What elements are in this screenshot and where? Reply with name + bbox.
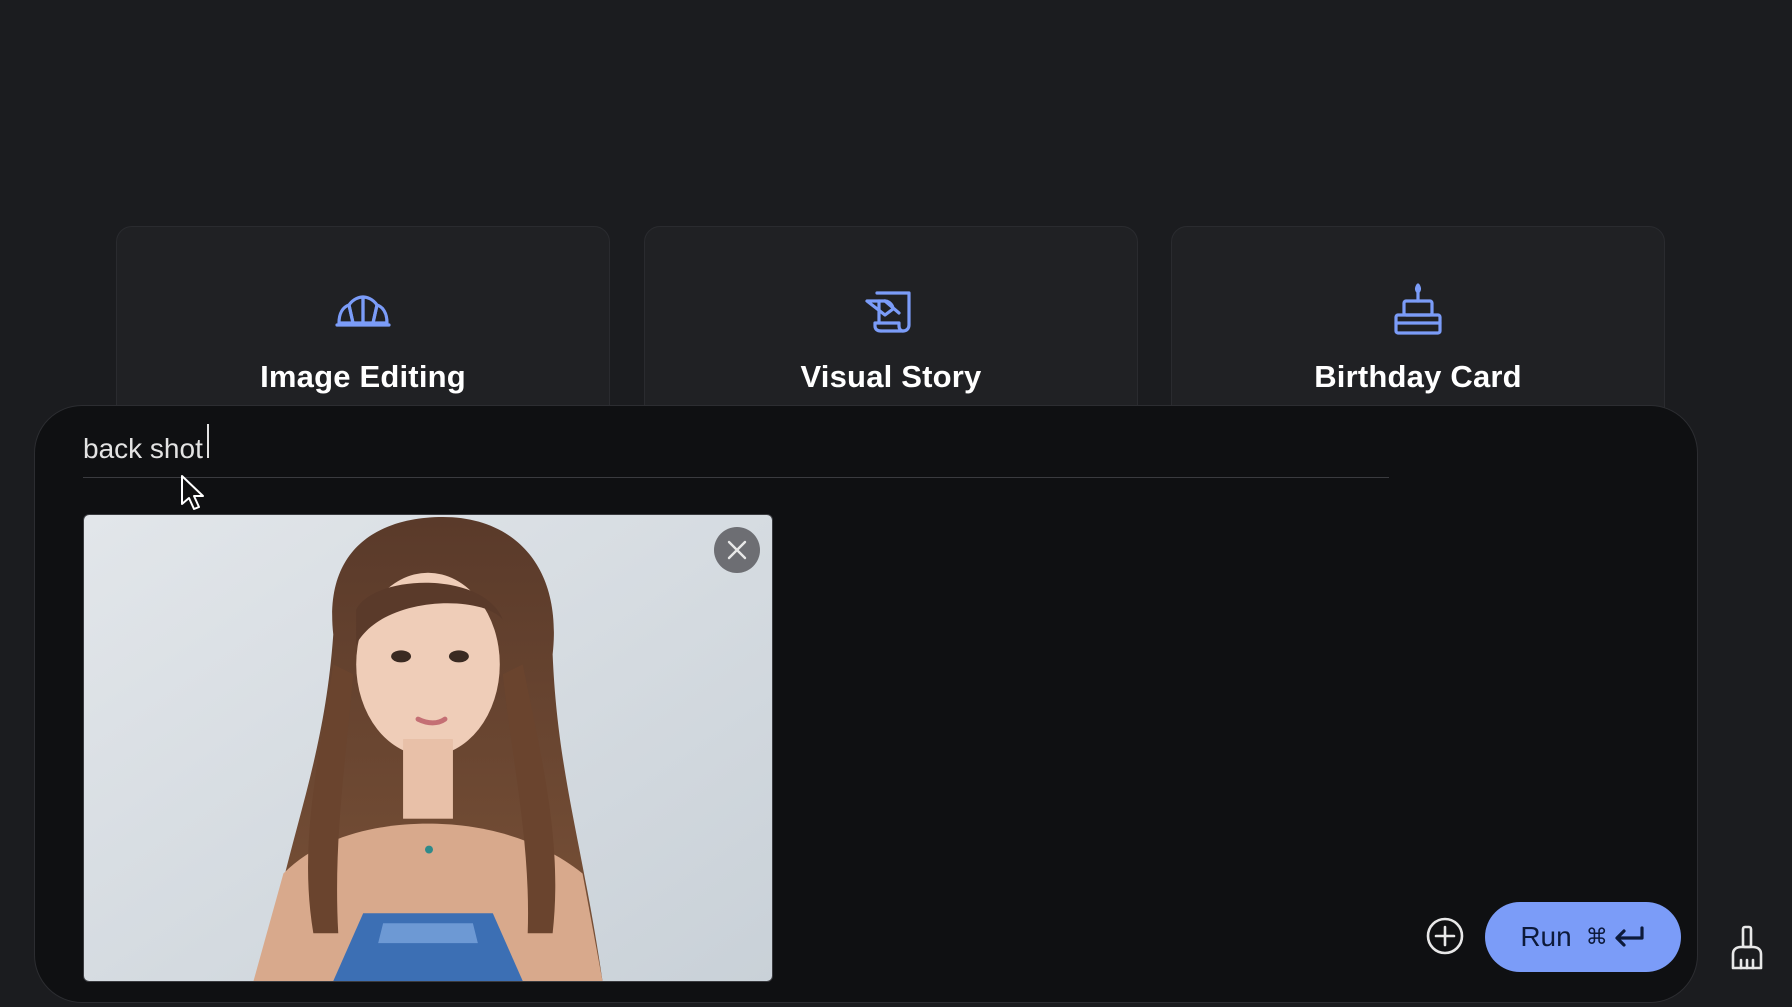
run-label: Run xyxy=(1520,921,1572,952)
croissant-icon xyxy=(331,279,395,343)
attached-portrait-photo xyxy=(84,515,772,981)
run-shortcut: ⌘ xyxy=(1586,925,1646,950)
scroll-quill-icon xyxy=(859,279,923,343)
image-attachment[interactable] xyxy=(83,514,773,982)
prompt-input[interactable] xyxy=(83,420,1389,478)
broom-icon xyxy=(1731,925,1763,970)
card-title: Image Editing xyxy=(260,359,466,394)
app-stage: Image Editing Visual Story Birthday Card… xyxy=(0,0,1792,1007)
add-circle-icon xyxy=(1426,917,1464,955)
add-button[interactable] xyxy=(1415,906,1475,966)
remove-attachment-button[interactable] xyxy=(714,527,760,573)
text-caret xyxy=(207,424,209,458)
clear-button[interactable] xyxy=(1722,920,1772,976)
run-button[interactable]: Run ⌘ xyxy=(1485,902,1681,972)
prompt-panel: Run ⌘ xyxy=(34,405,1698,1003)
birthday-cake-icon xyxy=(1386,279,1450,343)
enter-key-icon xyxy=(1615,926,1644,947)
mouse-pointer-icon xyxy=(181,475,204,510)
close-icon xyxy=(727,540,747,560)
card-title: Birthday Card xyxy=(1314,359,1522,394)
command-key-symbol: ⌘ xyxy=(1585,924,1608,950)
card-title: Visual Story xyxy=(800,359,982,394)
